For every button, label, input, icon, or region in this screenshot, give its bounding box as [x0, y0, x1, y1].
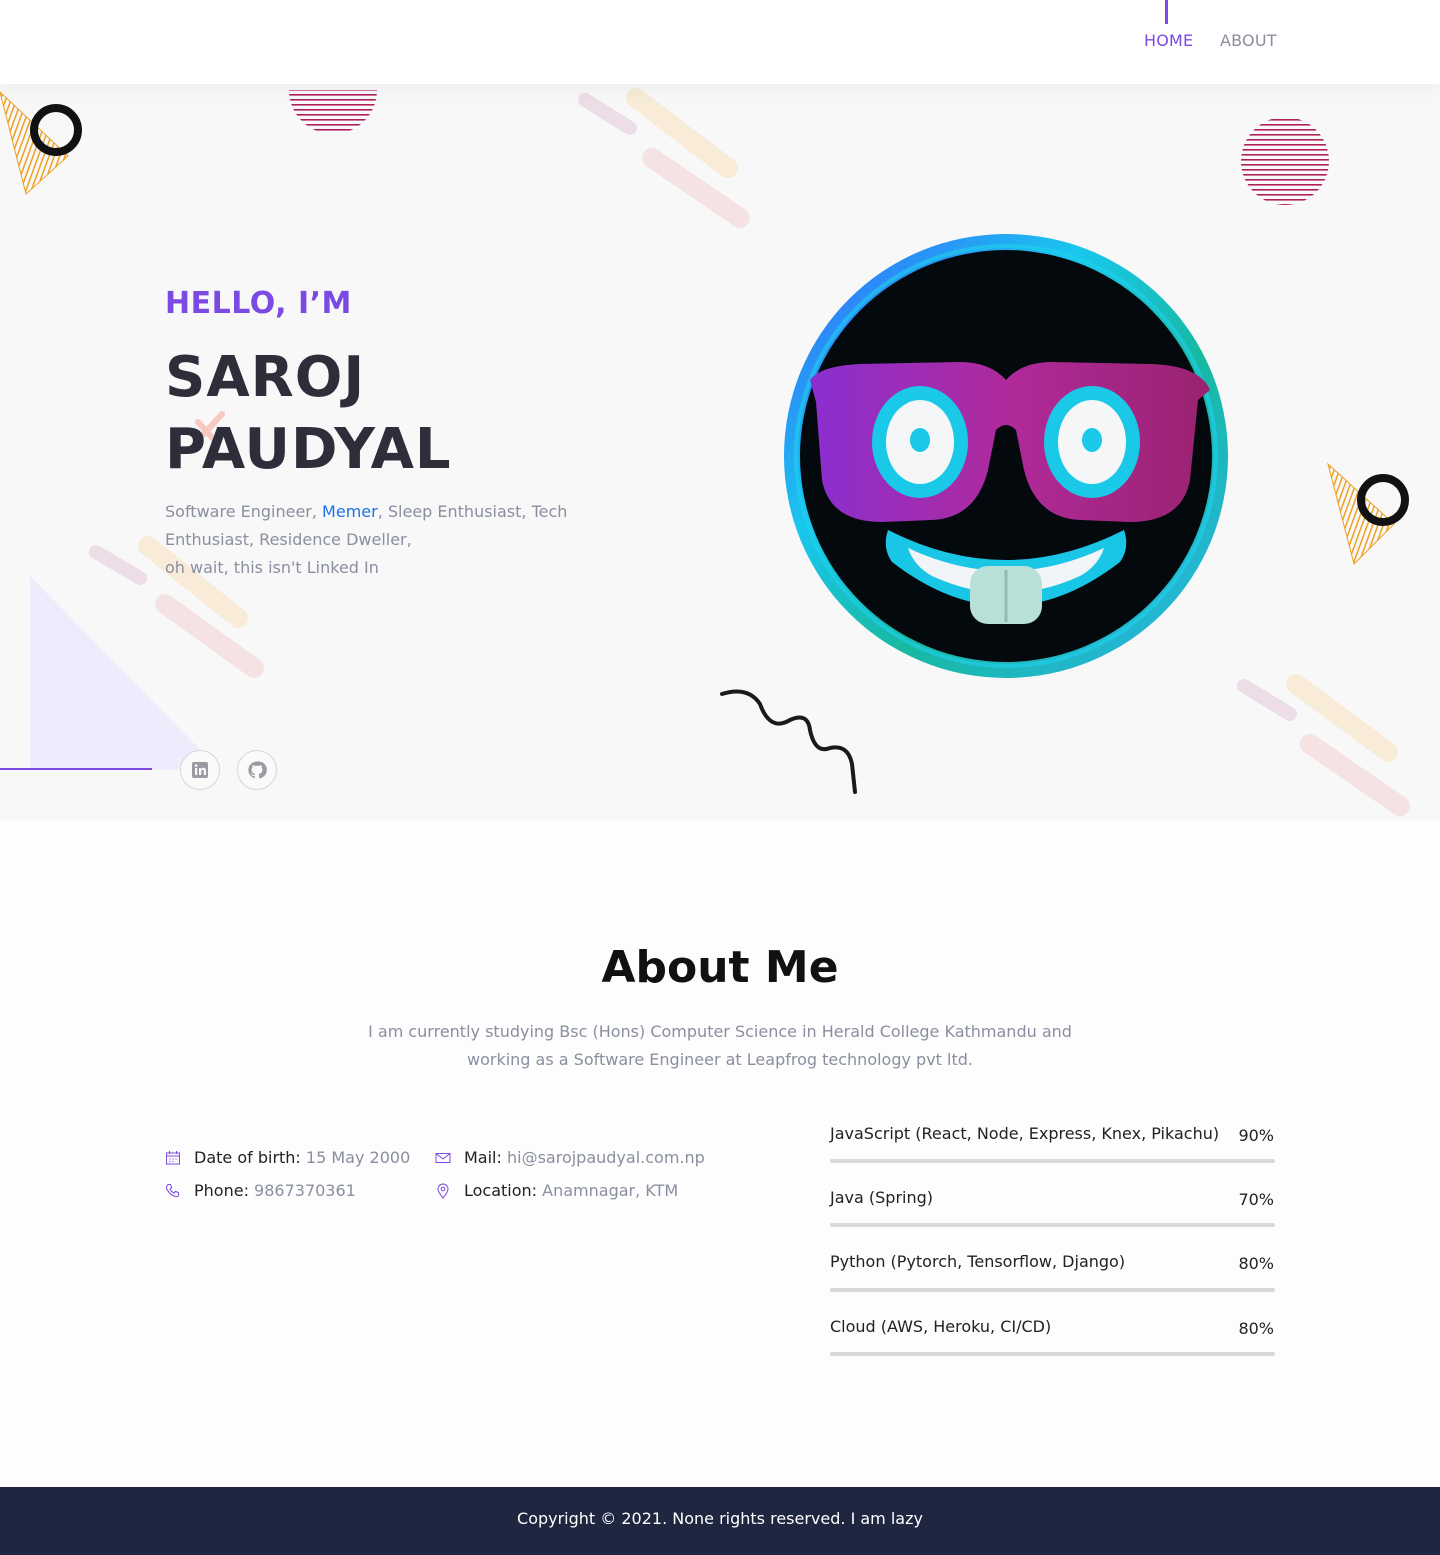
about-text: I am currently studying Bsc (Hons) Compu…: [368, 1022, 1072, 1069]
nav-active-indicator: [1165, 0, 1168, 24]
skill-progress-fill: [830, 1159, 1231, 1163]
info-dob-value: 15 May 2000: [305, 1148, 411, 1167]
site-header: HOME ABOUT: [0, 0, 1440, 84]
info-mail: Mail: hi@sarojpaudyal.com.np: [464, 1148, 705, 1167]
hero-name-line1: SAROJ: [165, 345, 366, 410]
lavender-triangle-decoration: [30, 576, 220, 770]
info-phone-label: Phone:: [194, 1181, 249, 1200]
nerd-face-emoji-icon: [784, 234, 1228, 678]
site-footer: Copyright © 2021. None rights reserved. …: [0, 1487, 1440, 1555]
tagline-line3: oh wait, this isn't Linked In: [165, 558, 379, 577]
skill-percent: 80%: [1238, 1319, 1274, 1338]
striped-circle-decoration: [289, 90, 377, 134]
info-location-label: Location:: [464, 1181, 538, 1200]
info-mail-label: Mail:: [464, 1148, 502, 1167]
info-location: Location: Anamnagar, KTM: [464, 1181, 678, 1200]
info-dob-label: Date of birth:: [194, 1148, 301, 1167]
skill-progress-bar: [830, 1352, 1275, 1356]
location-pin-icon: [437, 1183, 449, 1199]
hero-accent-line: [0, 768, 152, 770]
skill-progress-bar: [830, 1223, 1275, 1227]
info-phone: Phone: 9867370361: [194, 1181, 356, 1200]
info-phone-value[interactable]: 9867370361: [254, 1181, 356, 1200]
skill-progress-bar: [830, 1159, 1275, 1163]
tagline-highlight: Memer: [322, 502, 378, 521]
linkedin-button[interactable]: [180, 750, 220, 790]
skill-progress-fill: [830, 1352, 1186, 1356]
skill-progress-fill: [830, 1288, 1186, 1292]
github-button[interactable]: [237, 750, 277, 790]
skill-name: Cloud (AWS, Heroku, CI/CD): [830, 1317, 1052, 1336]
hero-section: HELLO, I’M SAROJ PAUDYAL Software Engine…: [0, 84, 1440, 820]
github-icon: [248, 761, 267, 779]
linkedin-icon: [192, 762, 208, 778]
hero-greeting: HELLO, I’M: [165, 286, 352, 321]
tagline-text: Software Engineer,: [165, 502, 323, 521]
calendar-icon: [166, 1151, 180, 1165]
info-mail-value[interactable]: hi@sarojpaudyal.com.np: [507, 1148, 705, 1167]
hero-name: SAROJ PAUDYAL: [165, 342, 452, 486]
phone-icon: [166, 1184, 180, 1198]
striped-circle-decoration-right: [1241, 117, 1329, 205]
squiggle-decoration: [720, 689, 857, 794]
mail-icon: [435, 1153, 451, 1163]
skill-name: Java (Spring): [830, 1188, 933, 1207]
hero-name-line2: PAUDYAL: [165, 417, 452, 482]
about-title: About Me: [601, 942, 839, 993]
skill-name: JavaScript (React, Node, Express, Knex, …: [830, 1124, 1220, 1143]
nav-home-link[interactable]: HOME: [1144, 31, 1193, 50]
skill-percent: 70%: [1238, 1190, 1274, 1209]
skill-progress-bar: [830, 1288, 1275, 1292]
nav-about-link[interactable]: ABOUT: [1220, 31, 1277, 50]
info-dob: Date of birth: 15 May 2000: [194, 1148, 410, 1167]
info-location-value: Anamnagar, KTM: [542, 1181, 679, 1200]
skill-percent: 90%: [1238, 1126, 1274, 1145]
skill-progress-fill: [830, 1223, 1142, 1227]
skill-name: Python (Pytorch, Tensorflow, Django): [830, 1252, 1126, 1271]
hero-tagline: Software Engineer, Memer, Sleep Enthusia…: [165, 498, 575, 582]
skill-percent: 80%: [1238, 1254, 1274, 1273]
copyright-text: Copyright © 2021. None rights reserved. …: [517, 1509, 923, 1528]
